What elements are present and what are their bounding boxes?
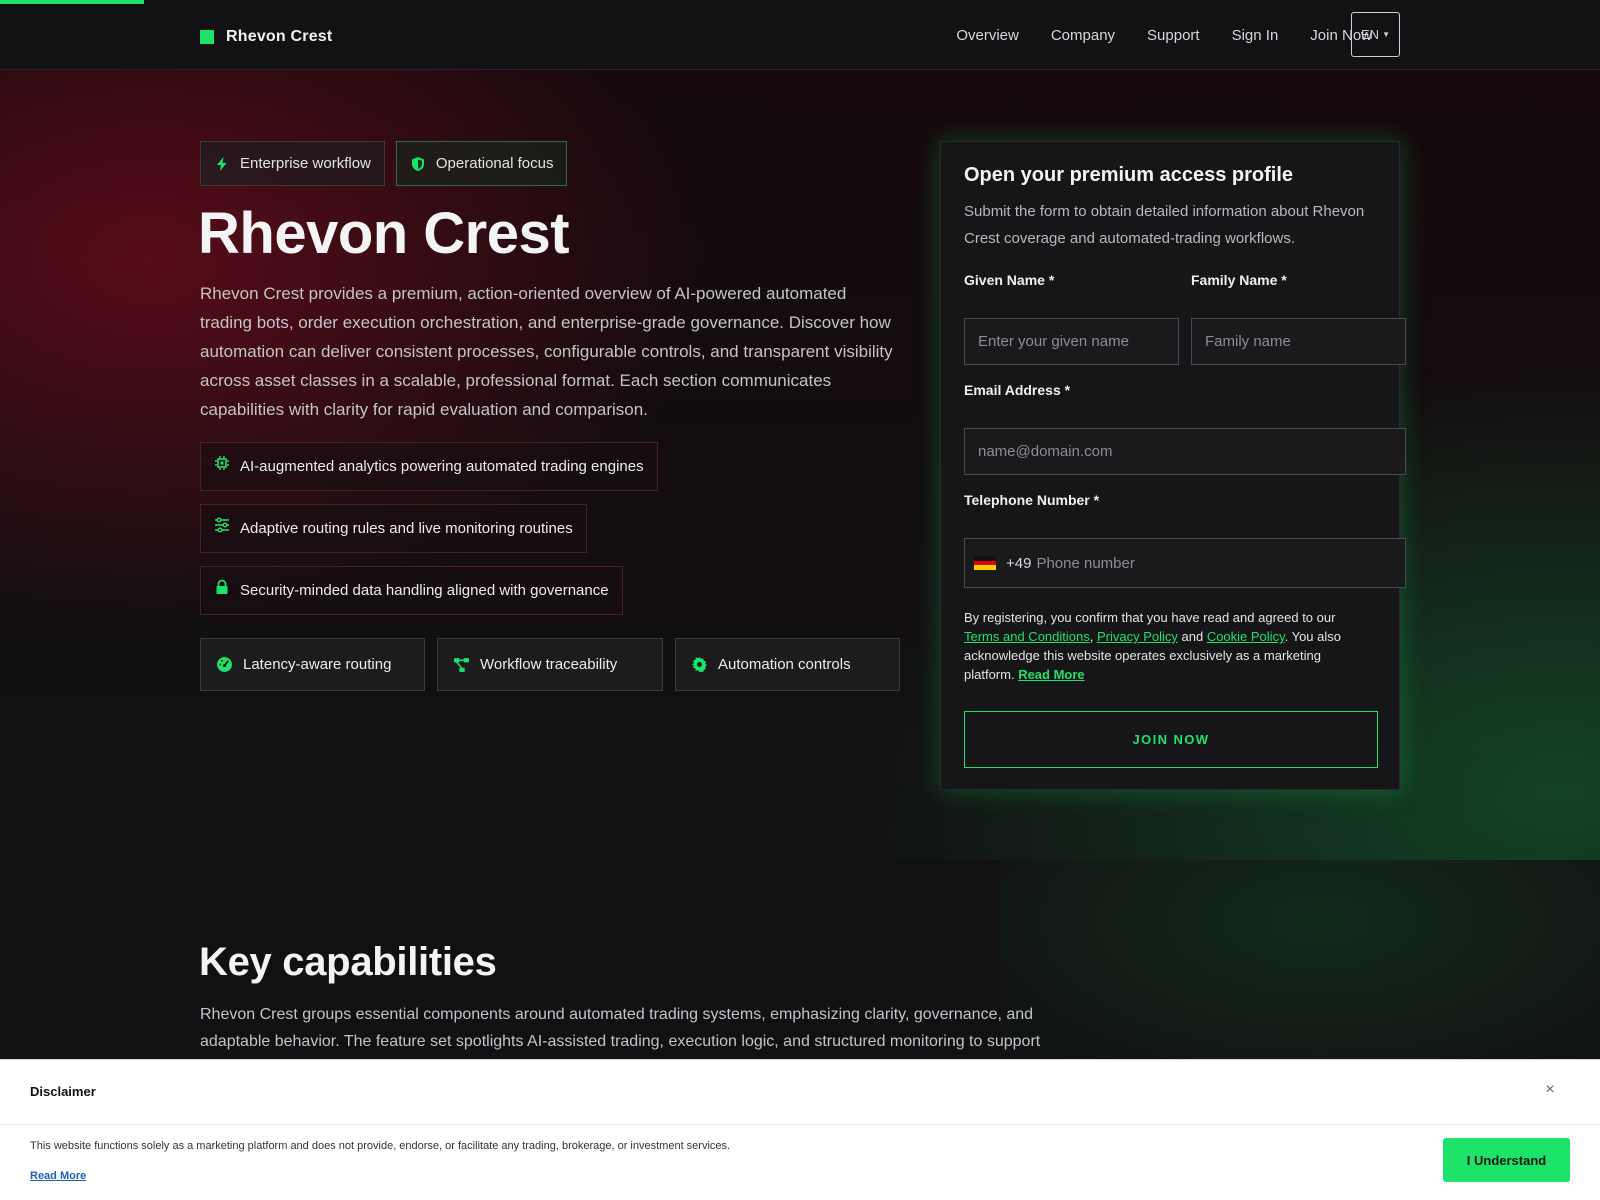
privacy-link[interactable]: Privacy Policy	[1097, 629, 1178, 644]
email-label: Email Address *	[964, 382, 1071, 398]
caret-down-icon: ▼	[1382, 30, 1390, 39]
hero-bullets: AI-augmented analytics powering automate…	[200, 442, 658, 615]
i-understand-button[interactable]: I Understand	[1443, 1138, 1570, 1182]
background-glow	[1000, 860, 1600, 1060]
family-name-input[interactable]	[1191, 318, 1406, 365]
join-now-button[interactable]: JOIN NOW	[964, 711, 1378, 768]
sliders-icon	[215, 517, 229, 532]
chip-enterprise-workflow: Enterprise workflow	[200, 141, 385, 186]
consent-text: By registering, you confirm that you hav…	[964, 608, 1374, 684]
nav-support[interactable]: Support	[1147, 27, 1200, 44]
phone-input[interactable]	[1036, 539, 1405, 587]
chip-operational-focus: Operational focus	[395, 141, 568, 186]
top-header: Rhevon Crest Overview Company Support Si…	[0, 0, 1600, 70]
consent-separator: and	[1177, 629, 1207, 644]
bullet-label: Security-minded data handling aligned wi…	[240, 582, 609, 599]
gear-icon	[691, 656, 708, 673]
nav-company[interactable]: Company	[1051, 27, 1115, 44]
given-name-input[interactable]	[964, 318, 1179, 365]
form-subtitle: Submit the form to obtain detailed infor…	[964, 203, 1365, 247]
capabilities-title: Key capabilities	[199, 940, 497, 984]
cookie-link[interactable]: Cookie Policy	[1207, 629, 1285, 644]
lock-icon	[216, 579, 228, 594]
shield-icon	[411, 156, 424, 171]
language-code: EN	[1361, 27, 1380, 42]
read-more-link[interactable]: Read More	[1018, 667, 1084, 682]
dial-code: +49	[1006, 554, 1032, 572]
hero-chips: Enterprise workflow Operational focus	[200, 141, 568, 186]
flow-icon	[454, 658, 469, 672]
feature-label: Automation controls	[718, 656, 851, 673]
nav-sign-in[interactable]: Sign In	[1232, 27, 1279, 44]
bolt-icon	[217, 156, 227, 171]
disclaimer-text: This website functions solely as a marke…	[30, 1140, 731, 1152]
main-nav: Overview Company Support Sign In Join No…	[956, 0, 1372, 70]
feature-label: Latency-aware routing	[243, 656, 392, 673]
chip-icon	[215, 455, 229, 470]
terms-link[interactable]: Terms and Conditions	[964, 629, 1090, 644]
chip-label: Operational focus	[435, 155, 554, 172]
hero-description: Rhevon Crest provides a premium, action-…	[200, 284, 893, 419]
germany-flag-icon[interactable]	[974, 556, 996, 571]
hero-features: Latency-aware routing Workflow traceabil…	[200, 638, 900, 691]
family-name-label: Family Name *	[1191, 272, 1287, 288]
consent-separator: ,	[1089, 629, 1097, 644]
feature-latency-routing: Latency-aware routing	[200, 638, 425, 691]
logo-square-icon	[200, 30, 214, 44]
nav-overview[interactable]: Overview	[956, 27, 1019, 44]
phone-label: Telephone Number *	[964, 492, 1100, 508]
brand-name: Rhevon Crest	[226, 28, 333, 45]
disclaimer-banner: Disclaimer × This website functions sole…	[0, 1059, 1600, 1200]
bullet-label: Adaptive routing rules and live monitori…	[240, 520, 573, 537]
bullet-item: Security-minded data handling aligned wi…	[200, 566, 623, 615]
consent-intro: By registering, you confirm that you hav…	[964, 610, 1336, 625]
feature-label: Workflow traceability	[480, 656, 618, 673]
chip-label: Enterprise workflow	[240, 155, 371, 172]
close-icon[interactable]: ×	[1540, 1080, 1560, 1100]
bullet-item: AI-augmented analytics powering automate…	[200, 442, 658, 491]
banner-divider	[0, 1124, 1600, 1125]
access-form-card: Open your premium access profile Submit …	[940, 141, 1406, 790]
bullet-item: Adaptive routing rules and live monitori…	[200, 504, 587, 553]
brand-logo[interactable]: Rhevon Crest	[200, 28, 332, 46]
page-progress-bar	[0, 0, 144, 4]
bullet-label: AI-augmented analytics powering automate…	[240, 458, 644, 475]
given-name-label: Given Name *	[964, 272, 1055, 288]
hero-title: Rhevon Crest	[198, 201, 570, 266]
language-selector[interactable]: EN ▼	[1351, 12, 1400, 57]
feature-automation-controls: Automation controls	[675, 638, 900, 691]
form-title: Open your premium access profile	[964, 164, 1293, 186]
disclaimer-title: Disclaimer	[30, 1084, 96, 1099]
capabilities-description: Rhevon Crest groups essential components…	[200, 1006, 1041, 1050]
disclaimer-read-more-link[interactable]: Read More	[30, 1170, 86, 1182]
feature-workflow-traceability: Workflow traceability	[437, 638, 663, 691]
email-input[interactable]	[964, 428, 1406, 475]
gauge-icon	[217, 657, 232, 672]
phone-field: +49	[964, 538, 1406, 588]
